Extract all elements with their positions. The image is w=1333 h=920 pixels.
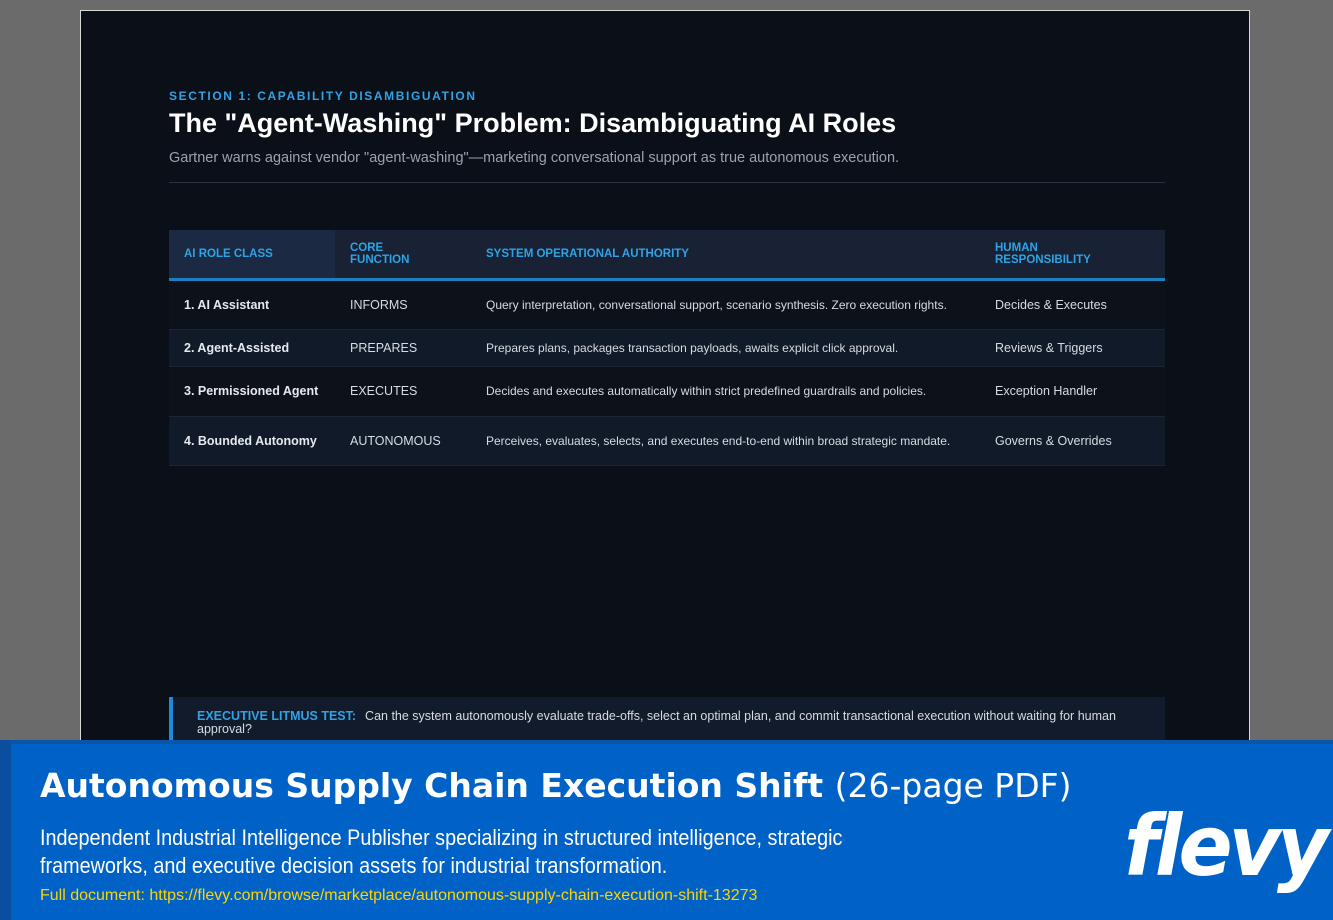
section-label: SECTION 1: CAPABILITY DISAMBIGUATION xyxy=(169,89,477,103)
document-title: Autonomous Supply Chain Execution Shift xyxy=(40,766,824,805)
function-cell: INFORMS xyxy=(335,279,471,330)
authority-cell: Prepares plans, packages transaction pay… xyxy=(471,329,980,367)
document-page: SECTION 1: CAPABILITY DISAMBIGUATION The… xyxy=(80,10,1250,770)
role-cell: 4. Bounded Autonomy xyxy=(169,416,335,466)
flevy-logo[interactable]: flevy xyxy=(1124,804,1329,888)
function-cell: EXECUTES xyxy=(335,366,471,417)
table-row: 3. Permissioned Agent EXECUTES Decides a… xyxy=(169,366,1165,417)
litmus-label: EXECUTIVE LITMUS TEST: xyxy=(197,709,357,723)
roles-table: AI ROLE CLASS CORE FUNCTION SYSTEM OPERAT… xyxy=(169,230,1165,466)
role-cell: 3. Permissioned Agent xyxy=(169,366,335,417)
table-header-row: AI ROLE CLASS CORE FUNCTION SYSTEM OPERAT… xyxy=(169,230,1165,281)
page-subtitle: Gartner warns against vendor "agent-wash… xyxy=(169,150,900,166)
banner-title: Autonomous Supply Chain Execution Shift … xyxy=(40,766,1071,805)
table-row: 4. Bounded Autonomy AUTONOMOUS Perceives… xyxy=(169,416,1165,466)
header-authority: SYSTEM OPERATIONAL AUTHORITY xyxy=(471,230,980,281)
human-cell: Exception Handler xyxy=(980,366,1165,417)
human-cell: Decides & Executes xyxy=(980,279,1165,330)
human-cell: Governs & Overrides xyxy=(980,416,1165,466)
function-cell: AUTONOMOUS xyxy=(335,416,471,466)
divider xyxy=(169,182,1165,183)
page-count: (26-page PDF) xyxy=(834,766,1072,805)
human-cell: Reviews & Triggers xyxy=(980,329,1165,367)
authority-cell: Perceives, evaluates, selects, and execu… xyxy=(471,416,980,466)
document-link[interactable]: Full document: https://flevy.com/browse/… xyxy=(40,887,757,905)
banner-top-stripe xyxy=(11,740,1333,744)
function-cell: PREPARES xyxy=(335,329,471,367)
table-row: 2. Agent-Assisted PREPARES Prepares plan… xyxy=(169,329,1165,367)
role-cell: 1. AI Assistant xyxy=(169,279,335,330)
page-title: The "Agent-Washing" Problem: Disambiguat… xyxy=(169,108,897,138)
authority-cell: Decides and executes automatically withi… xyxy=(471,366,980,417)
header-role: AI ROLE CLASS xyxy=(169,230,335,281)
header-function: CORE FUNCTION xyxy=(335,230,471,281)
table-row: 1. AI Assistant INFORMS Query interpreta… xyxy=(169,279,1165,330)
role-cell: 2. Agent-Assisted xyxy=(169,329,335,367)
promo-banner: Autonomous Supply Chain Execution Shift … xyxy=(0,740,1333,920)
publisher-description: Independent Industrial Intelligence Publ… xyxy=(40,825,843,878)
header-human: HUMAN RESPONSIBILITY xyxy=(980,230,1165,281)
authority-cell: Query interpretation, conversational sup… xyxy=(471,279,980,330)
